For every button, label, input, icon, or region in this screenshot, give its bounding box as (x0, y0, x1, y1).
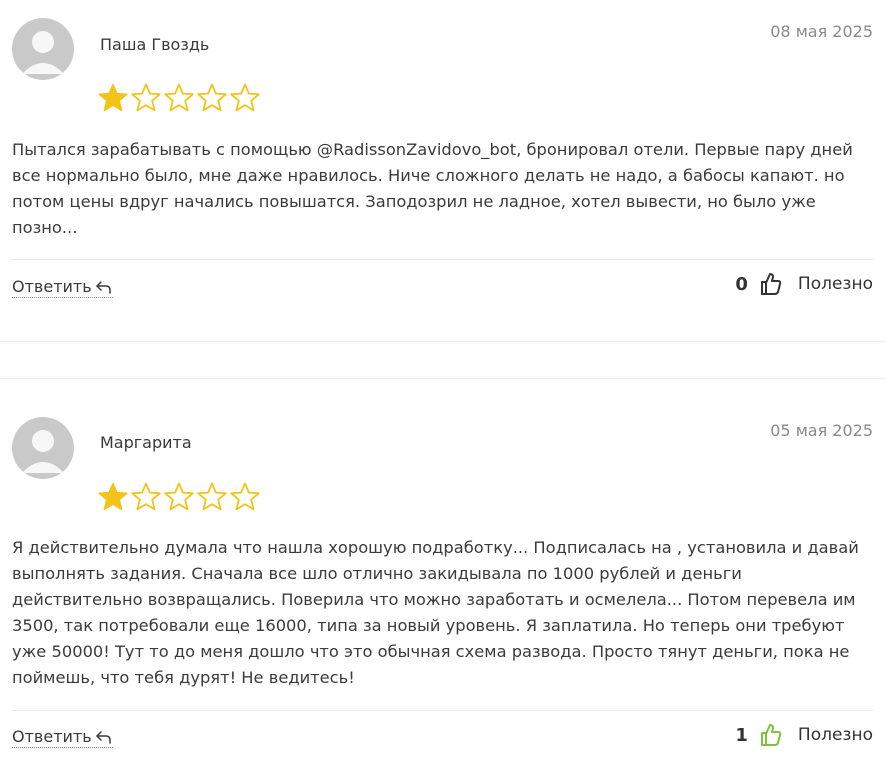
review-author: Маргарита (100, 433, 192, 452)
star-filled-icon (98, 83, 128, 112)
useful-widget: 1 Полезно (735, 723, 873, 747)
section-separator (0, 341, 886, 342)
rating-stars (97, 82, 261, 114)
divider (12, 259, 874, 260)
thumbs-up-icon[interactable] (760, 272, 782, 296)
avatar (12, 18, 74, 80)
review-date: 05 мая 2025 (770, 421, 873, 440)
review-text: Я действительно думала что нашла хорошую… (12, 538, 859, 687)
useful-button[interactable]: Полезно (798, 725, 873, 745)
review-card: Паша Гвоздь 08 мая 2025 Пытался зарабаты… (0, 0, 886, 330)
review-card: Маргарита 05 мая 2025 Я действительно ду… (0, 399, 886, 767)
review-author: Паша Гвоздь (100, 35, 210, 54)
user-silhouette-icon (22, 430, 64, 473)
avatar (12, 417, 74, 479)
reply-label: Ответить (12, 277, 92, 296)
reply-arrow-icon (95, 730, 111, 744)
review-date: 08 мая 2025 (770, 22, 873, 41)
star-empty-icon (230, 83, 260, 112)
star-filled-icon (98, 482, 128, 511)
reply-arrow-icon (95, 280, 111, 294)
reply-label: Ответить (12, 727, 92, 746)
reply-button[interactable]: Ответить (12, 727, 113, 748)
star-empty-icon (164, 482, 194, 511)
review-text: Пытался зарабатывать с помощью @Radisson… (12, 140, 853, 237)
reply-button[interactable]: Ответить (12, 277, 113, 298)
useful-button[interactable]: Полезно (798, 274, 873, 294)
star-empty-icon (230, 482, 260, 511)
thumbs-up-icon[interactable] (760, 723, 782, 747)
section-separator (0, 378, 886, 379)
star-empty-icon (131, 83, 161, 112)
rating-stars (97, 481, 261, 513)
user-silhouette-icon (22, 31, 64, 74)
useful-count: 0 (735, 273, 748, 295)
star-empty-icon (131, 482, 161, 511)
star-empty-icon (197, 83, 227, 112)
star-empty-icon (164, 83, 194, 112)
useful-widget: 0 Полезно (735, 272, 873, 296)
useful-count: 1 (735, 724, 748, 746)
divider (12, 710, 874, 711)
star-empty-icon (197, 482, 227, 511)
